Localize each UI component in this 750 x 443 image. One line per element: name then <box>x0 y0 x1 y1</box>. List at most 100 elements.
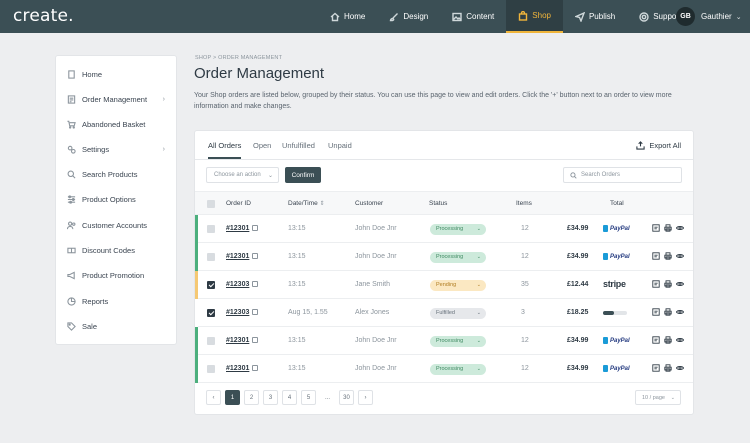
sidebar-item-label: Sale <box>82 321 98 331</box>
table-row[interactable]: #12303 13:15 Jane Smith Pending ⌄ 35 £12.… <box>195 271 693 299</box>
sidebar-item-product-options[interactable]: Product Options <box>67 192 167 206</box>
search-orders-input[interactable]: Search Orders <box>563 167 682 183</box>
note-icon[interactable] <box>652 252 660 260</box>
note-icon[interactable] <box>652 224 660 232</box>
sidebar-item-settings[interactable]: Settings › <box>67 142 167 156</box>
page-2-button[interactable]: 2 <box>244 390 259 405</box>
image-icon <box>452 12 462 21</box>
order-id-link[interactable]: #12301 <box>226 225 259 232</box>
copy-icon[interactable] <box>252 253 259 260</box>
column-customer[interactable]: Customer <box>355 200 383 207</box>
page-5-button[interactable]: 5 <box>301 390 316 405</box>
eye-icon[interactable] <box>676 224 684 232</box>
order-id-link[interactable]: #12303 <box>226 281 259 288</box>
copy-icon[interactable] <box>252 365 259 372</box>
tab-unfulfilled[interactable]: Unfulfilled <box>282 141 315 150</box>
order-id-link[interactable]: #12303 <box>226 309 259 316</box>
order-id-link[interactable]: #12301 <box>226 253 259 260</box>
sidebar-item-discount-codes[interactable]: Discount Codes <box>67 243 167 257</box>
brand-logo[interactable]: create. <box>13 6 74 26</box>
table-row[interactable]: #12301 13:15 John Doe Jnr Processing ⌄ 12… <box>195 243 693 271</box>
print-icon[interactable] <box>664 308 672 316</box>
table-row[interactable]: #12303 Aug 15, 1.55 Alex Jones Fulfilled… <box>195 299 693 327</box>
order-id-link[interactable]: #12301 <box>226 365 259 372</box>
note-icon[interactable] <box>652 308 660 316</box>
order-total: £18.25 <box>567 309 589 316</box>
tab-all-orders[interactable]: All Orders <box>208 141 242 159</box>
print-icon[interactable] <box>664 252 672 260</box>
column-status[interactable]: Status <box>429 200 447 207</box>
pie-chart-icon <box>67 296 76 306</box>
order-tabs: All Orders Open Unfulfilled Unpaid Expor… <box>195 131 693 160</box>
prev-page-button[interactable]: ‹ <box>206 390 221 405</box>
sidebar-item-customer-accounts[interactable]: Customer Accounts <box>67 218 167 232</box>
nav-content[interactable]: Content <box>440 0 506 33</box>
bulk-action-select[interactable]: Choose an action ⌄ <box>206 167 279 183</box>
table-row[interactable]: #12301 13:15 John Doe Jnr Processing ⌄ 12… <box>195 327 693 355</box>
sidebar-item-order-management[interactable]: Order Management › <box>67 92 167 106</box>
chevron-down-icon: ⌄ <box>476 226 481 232</box>
sidebar-item-search-products[interactable]: Search Products <box>67 167 167 181</box>
note-icon[interactable] <box>652 336 660 344</box>
page-4-button[interactable]: 4 <box>282 390 297 405</box>
sidebar-item-sale[interactable]: Sale <box>67 319 167 333</box>
eye-icon[interactable] <box>676 308 684 316</box>
row-checkbox[interactable] <box>207 309 215 317</box>
row-checkbox[interactable] <box>207 253 215 261</box>
page-3-button[interactable]: 3 <box>263 390 278 405</box>
eye-icon[interactable] <box>676 280 684 288</box>
select-all-checkbox[interactable] <box>207 200 215 208</box>
print-icon[interactable] <box>664 336 672 344</box>
sidebar-item-home[interactable]: Home <box>67 67 167 81</box>
row-checkbox[interactable] <box>207 365 215 373</box>
sidebar-item-product-promotion[interactable]: Product Promotion <box>67 268 167 282</box>
column-items[interactable]: Items <box>516 200 532 207</box>
tab-open[interactable]: Open <box>253 141 271 150</box>
column-date-time[interactable]: Date/Time ⇕ <box>288 200 325 207</box>
status-badge[interactable]: Processing ⌄ <box>430 252 486 263</box>
nav-shop[interactable]: Shop <box>506 0 563 33</box>
eye-icon[interactable] <box>676 252 684 260</box>
page-1-button[interactable]: 1 <box>225 390 240 405</box>
print-icon[interactable] <box>664 364 672 372</box>
nav-design[interactable]: Design <box>377 0 440 33</box>
next-page-button[interactable]: › <box>358 390 373 405</box>
note-icon[interactable] <box>652 364 660 372</box>
column-order-id[interactable]: Order ID <box>226 200 251 207</box>
print-icon[interactable] <box>664 280 672 288</box>
sidebar-item-reports[interactable]: Reports <box>67 294 167 308</box>
sidebar-item-label: Reports <box>82 296 109 306</box>
status-badge[interactable]: Pending ⌄ <box>430 280 486 291</box>
tab-unpaid[interactable]: Unpaid <box>328 141 352 150</box>
user-menu[interactable]: GB Gauthier ⌄ <box>676 7 742 26</box>
nav-home[interactable]: Home <box>318 0 377 33</box>
copy-icon[interactable] <box>252 225 259 232</box>
row-checkbox[interactable] <box>207 337 215 345</box>
column-total[interactable]: Total <box>610 200 624 207</box>
table-row[interactable]: #12301 13:15 John Doe Jnr Processing ⌄ 12… <box>195 355 693 383</box>
eye-icon[interactable] <box>676 336 684 344</box>
confirm-button[interactable]: Confirm <box>285 167 321 183</box>
chevron-down-icon: ⌄ <box>476 254 481 260</box>
copy-icon[interactable] <box>252 281 259 288</box>
print-icon[interactable] <box>664 224 672 232</box>
row-checkbox[interactable] <box>207 281 215 289</box>
page-30-button[interactable]: 30 <box>339 390 354 405</box>
eye-icon[interactable] <box>676 364 684 372</box>
per-page-select[interactable]: 10 / page ⌄ <box>635 390 681 405</box>
cart-icon <box>67 120 76 129</box>
note-icon[interactable] <box>652 280 660 288</box>
sidebar-item-abandoned-basket[interactable]: Abandoned Basket <box>67 117 167 131</box>
order-id-link[interactable]: #12301 <box>226 337 259 344</box>
status-badge[interactable]: Fulfilled ⌄ <box>430 308 486 319</box>
nav-publish[interactable]: Publish <box>563 0 627 33</box>
row-checkbox[interactable] <box>207 225 215 233</box>
order-date: 13:15 <box>288 281 306 288</box>
copy-icon[interactable] <box>252 309 259 316</box>
export-all-button[interactable]: Export All <box>636 141 681 150</box>
status-badge[interactable]: Processing ⌄ <box>430 336 486 347</box>
copy-icon[interactable] <box>252 337 259 344</box>
table-row[interactable]: #12301 13:15 John Doe Jnr Processing ⌄ 12… <box>195 215 693 243</box>
status-badge[interactable]: Processing ⌄ <box>430 224 486 235</box>
status-badge[interactable]: Processing ⌄ <box>430 364 486 375</box>
